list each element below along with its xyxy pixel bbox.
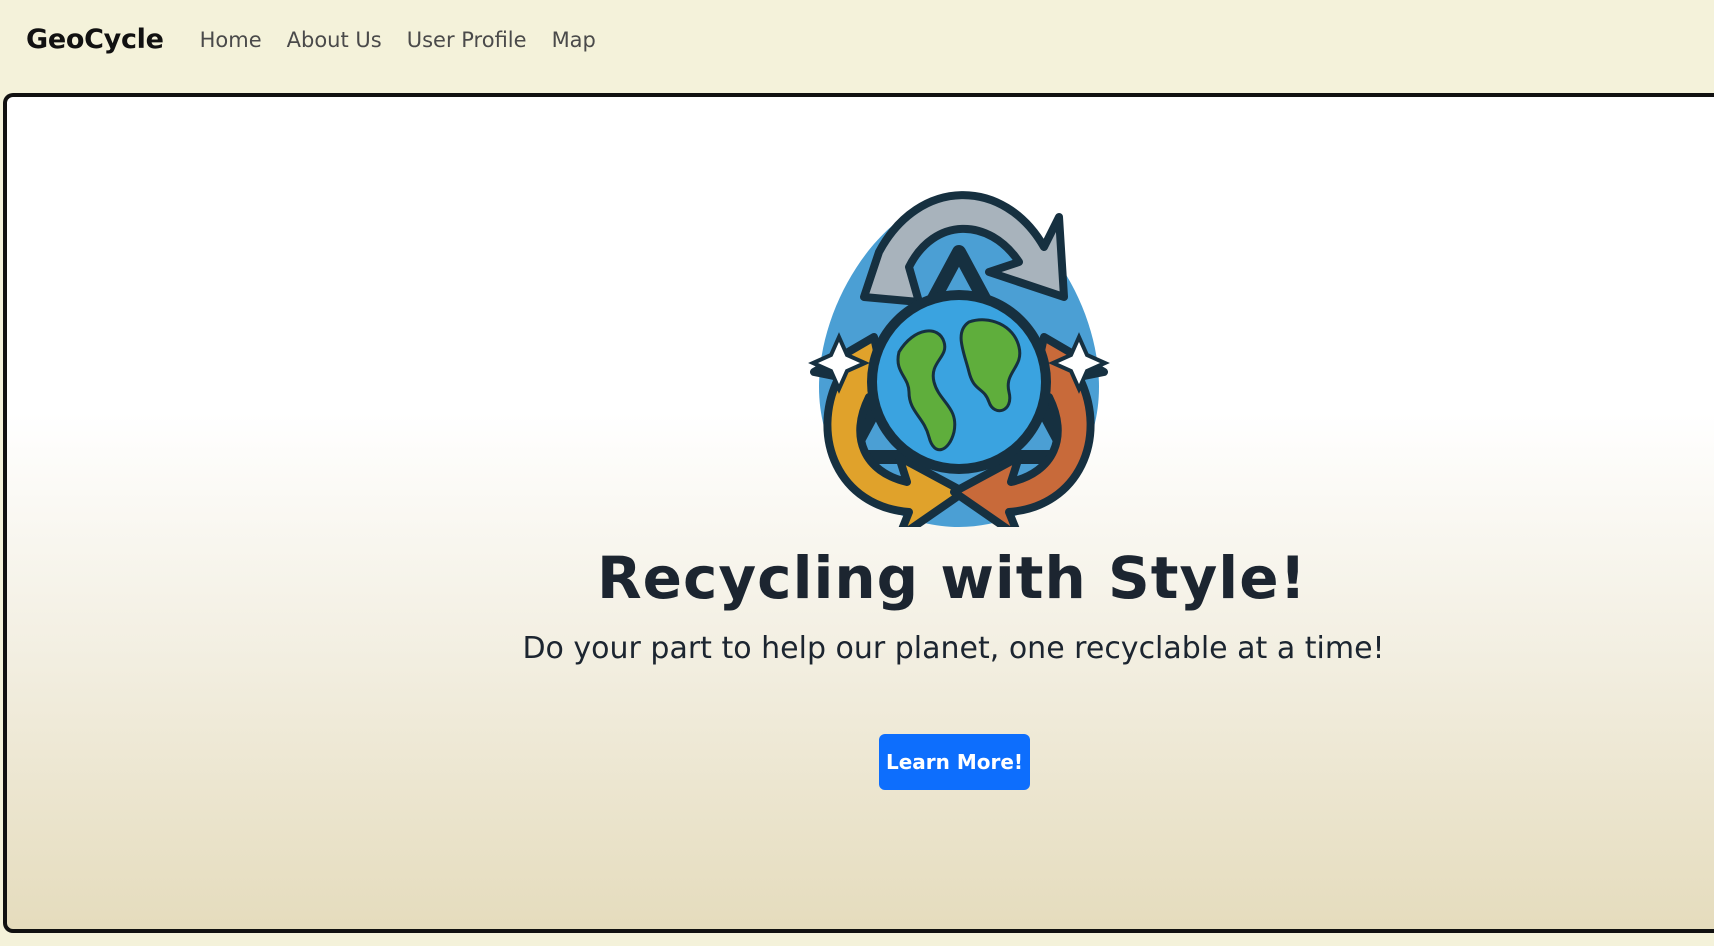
nav-link-map[interactable]: Map (552, 22, 596, 58)
brand-logo[interactable]: GeoCycle (26, 22, 164, 58)
nav-links: Home About Us User Profile Map (200, 22, 596, 58)
nav-link-home[interactable]: Home (200, 22, 262, 58)
hero-headline: Recycling with Style! (597, 544, 1307, 612)
nav-link-about-us[interactable]: About Us (287, 22, 382, 58)
earth-recycle-logo-icon (808, 191, 1110, 527)
hero-section: Recycling with Style! Do your part to he… (3, 93, 1714, 933)
learn-more-button[interactable]: Learn More! (879, 734, 1030, 790)
nav-link-user-profile[interactable]: User Profile (407, 22, 527, 58)
hero-subtitle: Do your part to help our planet, one rec… (522, 631, 1385, 666)
navbar: GeoCycle Home About Us User Profile Map (0, 0, 1714, 92)
